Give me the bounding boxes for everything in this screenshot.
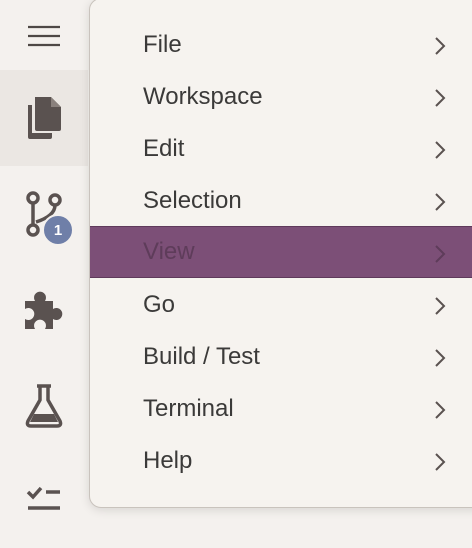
menu-item-workspace[interactable]: Workspace bbox=[90, 71, 472, 123]
checklist-icon bbox=[26, 486, 60, 510]
activity-testing-button[interactable] bbox=[0, 358, 88, 454]
chevron-right-icon bbox=[435, 297, 446, 315]
menu-item-label: Edit bbox=[143, 135, 185, 162]
activity-checklist-button[interactable] bbox=[0, 452, 88, 548]
menu-item-label: Go bbox=[143, 291, 176, 318]
application-menu: File Workspace Edit Selection View Go Bu… bbox=[89, 0, 472, 508]
menu-item-terminal[interactable]: Terminal bbox=[90, 383, 472, 435]
menu-item-label: Build / Test bbox=[143, 343, 260, 370]
menu-item-help[interactable]: Help bbox=[90, 435, 472, 487]
menu-item-label: File bbox=[143, 31, 182, 58]
activity-explorer-button[interactable] bbox=[0, 70, 88, 166]
testing-flask-icon bbox=[25, 384, 63, 428]
hamburger-menu-icon bbox=[28, 25, 60, 47]
extensions-icon bbox=[25, 291, 63, 329]
chevron-right-icon bbox=[435, 89, 446, 107]
activity-bar: 1 bbox=[0, 0, 88, 510]
activity-extensions-button[interactable] bbox=[0, 262, 88, 358]
chevron-right-icon bbox=[435, 453, 446, 471]
chevron-right-icon bbox=[435, 193, 446, 211]
menu-item-build-test[interactable]: Build / Test bbox=[90, 331, 472, 383]
menu-item-label: Workspace bbox=[143, 83, 263, 110]
chevron-right-icon bbox=[435, 141, 446, 159]
menu-item-label: Help bbox=[143, 447, 193, 474]
chevron-right-icon bbox=[435, 245, 446, 263]
chevron-right-icon bbox=[435, 349, 446, 367]
source-control-badge: 1 bbox=[42, 214, 74, 246]
application-menu-button[interactable] bbox=[0, 0, 88, 72]
menu-item-label: Selection bbox=[143, 187, 242, 214]
menu-item-selection[interactable]: Selection bbox=[90, 175, 472, 227]
explorer-files-icon bbox=[28, 97, 61, 139]
menu-item-label: View bbox=[143, 238, 195, 265]
activity-source-control-button[interactable] bbox=[0, 166, 88, 262]
menu-item-view[interactable]: View bbox=[90, 226, 472, 278]
menu-item-file[interactable]: File bbox=[90, 19, 472, 71]
chevron-right-icon bbox=[435, 401, 446, 419]
menu-item-go[interactable]: Go bbox=[90, 279, 472, 331]
menu-item-edit[interactable]: Edit bbox=[90, 123, 472, 175]
chevron-right-icon bbox=[435, 37, 446, 55]
menu-item-label: Terminal bbox=[143, 395, 234, 422]
